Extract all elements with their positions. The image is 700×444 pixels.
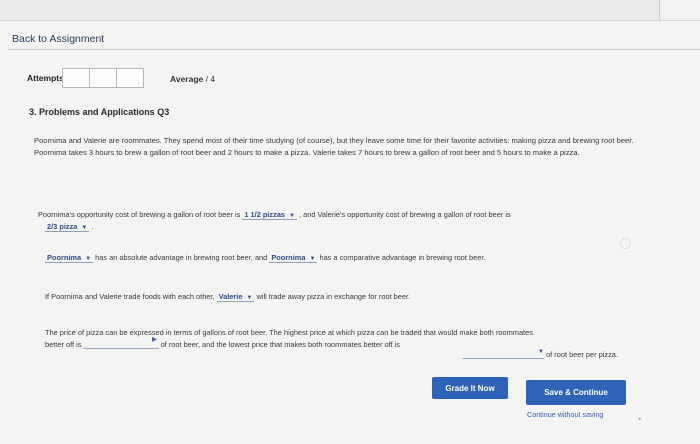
attempt-box xyxy=(89,68,117,88)
dot-icon: • xyxy=(638,414,642,424)
select-value: 2/3 pizza xyxy=(47,222,78,231)
lowest-price-select[interactable]: ▼ xyxy=(462,349,544,359)
attempt-box xyxy=(62,68,90,88)
select-value: Poornima xyxy=(271,253,306,262)
advantage-text-1: has an absolute advantage in brewing roo… xyxy=(95,253,268,262)
select-value: 1 1/2 pizzas xyxy=(244,210,286,219)
average-score: Average / 4 xyxy=(170,74,215,84)
trade-select[interactable]: Valerie ▼ xyxy=(216,292,255,302)
trade-line: If Poornima and Valerie trade foods with… xyxy=(45,292,410,302)
back-to-assignment-link[interactable]: Back to Assignment xyxy=(12,33,104,45)
price-line-2: better off is of root beer, and the lowe… xyxy=(45,339,400,349)
trade-text-2: will trade away pizza in exchange for ro… xyxy=(256,292,411,301)
opp-cost-line-2: 2/3 pizza ▼ . xyxy=(45,222,93,232)
advantage-line: Poornima ▼ has an absolute advantage in b… xyxy=(45,253,485,263)
continue-without-saving-link[interactable]: Continue without saving xyxy=(527,410,603,419)
price-line-1: The price of pizza can be expressed in t… xyxy=(45,328,533,337)
question-intro: Poornima and Valerie are roommates. They… xyxy=(34,136,634,157)
chevron-down-icon: ▼ xyxy=(81,225,88,231)
select-value: Poornima xyxy=(47,253,82,262)
price-text-2: of root beer, and the lowest price that … xyxy=(160,340,400,349)
average-label: Average xyxy=(170,74,204,84)
opp-cost-line: Poornima's opportunity cost of brewing a… xyxy=(38,210,511,220)
price-text-1: better off is xyxy=(45,340,82,349)
trade-text-1: If Poornima and Valerie trade foods with… xyxy=(45,292,215,301)
opp-cost-text-end: . xyxy=(91,222,94,231)
average-value: / 4 xyxy=(205,74,216,84)
opp-cost-text-mid: , and Valerie's opportunity cost of brew… xyxy=(299,210,511,219)
header-divider xyxy=(8,49,700,50)
select-value: Valerie xyxy=(218,292,243,301)
advantage-text-2: has a comparative advantage in brewing r… xyxy=(319,253,486,262)
price-text-3: of root beer per pizza. xyxy=(546,350,618,359)
status-circle-icon xyxy=(620,238,631,249)
toolbar-corner xyxy=(659,0,700,20)
cursor-icon: ▸ xyxy=(152,334,158,345)
price-line-3: ▼ of root beer per pizza. xyxy=(462,349,618,359)
comparative-advantage-select[interactable]: Poornima ▼ xyxy=(269,253,318,263)
chevron-down-icon: ▼ xyxy=(289,213,295,219)
attempt-box xyxy=(116,68,144,88)
grade-it-now-button[interactable]: Grade It Now xyxy=(432,377,508,399)
highest-price-input[interactable] xyxy=(83,339,159,349)
attempts-label: Attempts xyxy=(27,73,64,83)
chevron-down-icon: ▼ xyxy=(309,256,316,262)
attempt-boxes xyxy=(62,68,144,88)
save-continue-button[interactable]: Save & Continue xyxy=(526,380,626,405)
question-title: 3. Problems and Applications Q3 xyxy=(29,107,170,117)
chevron-down-icon: ▼ xyxy=(85,256,92,262)
opp-cost-text-before: Poornima's opportunity cost of brewing a… xyxy=(38,210,241,219)
chevron-down-icon: ▼ xyxy=(246,295,253,301)
top-toolbar xyxy=(0,0,700,21)
opp-cost-valerie-select[interactable]: 2/3 pizza ▼ xyxy=(45,222,90,232)
opp-cost-poornima-select[interactable]: 1 1/2 pizzas ▼ xyxy=(242,210,297,220)
chevron-down-icon: ▼ xyxy=(538,349,544,355)
absolute-advantage-select[interactable]: Poornima ▼ xyxy=(45,253,94,263)
